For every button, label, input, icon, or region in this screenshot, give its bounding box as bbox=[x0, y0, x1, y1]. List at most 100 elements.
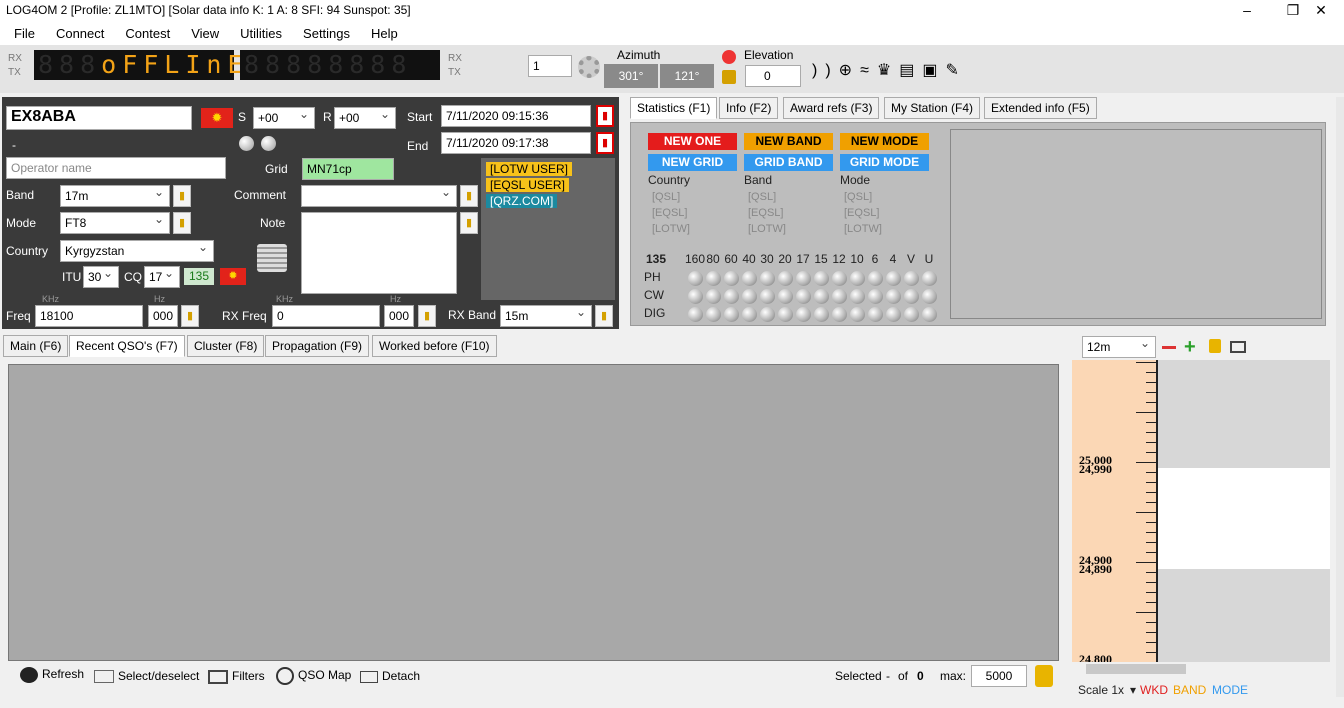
scale-tick bbox=[1136, 562, 1156, 563]
bandmap-out-of-band-top bbox=[1158, 360, 1330, 468]
status-ball-ph-U bbox=[922, 271, 937, 286]
end-datetime[interactable]: 7/11/2020 09:17:38 bbox=[441, 132, 591, 154]
tab-cluster[interactable]: Cluster (F8) bbox=[187, 335, 265, 357]
itu-select[interactable]: 30 bbox=[83, 266, 119, 288]
menu-connect[interactable]: Connect bbox=[42, 22, 111, 41]
r-label: R bbox=[323, 110, 332, 124]
tab-my-station[interactable]: My Station (F4) bbox=[884, 97, 981, 119]
rst-rcvd-select[interactable]: +00 bbox=[334, 107, 396, 129]
mode-select[interactable]: FT8 bbox=[60, 212, 170, 234]
band-lock-icon[interactable]: ▮ bbox=[173, 185, 191, 207]
server-icon[interactable]: ▤ bbox=[899, 62, 922, 79]
start-lock-icon[interactable]: ▮ bbox=[596, 105, 614, 127]
bandmap-band-select[interactable]: 12m bbox=[1082, 336, 1156, 358]
pen-icon[interactable]: ✎ bbox=[945, 62, 966, 79]
camera-icon[interactable] bbox=[1230, 341, 1246, 353]
rxband-select[interactable]: 15m bbox=[500, 305, 592, 327]
scale-tick bbox=[1146, 632, 1156, 633]
scale-tick bbox=[1146, 572, 1156, 573]
comment-input[interactable] bbox=[301, 185, 457, 207]
grid-input[interactable]: MN71cp bbox=[302, 158, 394, 180]
start-datetime[interactable]: 7/11/2020 09:15:36 bbox=[441, 105, 591, 127]
bandmap-scrollbar[interactable] bbox=[1072, 662, 1330, 676]
country-select[interactable]: Kyrgyzstan bbox=[60, 240, 214, 262]
rxfreq-khz-input[interactable]: 0 bbox=[272, 305, 380, 327]
tab-recent-qsos[interactable]: Recent QSO's (F7) bbox=[69, 335, 185, 357]
band-header-160: 160 bbox=[685, 252, 706, 266]
tab-statistics[interactable]: Statistics (F1) bbox=[630, 97, 718, 119]
zoom-in-icon[interactable]: + bbox=[1184, 337, 1196, 357]
menu-utilities[interactable]: Utilities bbox=[226, 22, 289, 41]
rxband-lock-icon[interactable]: ▮ bbox=[595, 305, 613, 327]
max-input[interactable]: 5000 bbox=[971, 665, 1027, 687]
rss-icon[interactable]: )) bbox=[812, 62, 839, 79]
end-lock-icon[interactable]: ▮ bbox=[596, 132, 614, 154]
menu-settings[interactable]: Settings bbox=[289, 22, 357, 41]
band-header-80: 80 bbox=[706, 252, 720, 266]
cq-select[interactable]: 17 bbox=[144, 266, 180, 288]
gear-icon[interactable] bbox=[578, 56, 600, 78]
minimize-button[interactable]: – bbox=[1224, 0, 1270, 22]
band-header-40: 40 bbox=[742, 252, 756, 266]
filters-button[interactable]: Filters bbox=[208, 669, 265, 684]
freq-khz-input[interactable]: 18100 bbox=[35, 305, 143, 327]
comment-lock-icon[interactable]: ▮ bbox=[460, 185, 478, 207]
band-select[interactable]: 17m bbox=[60, 185, 170, 207]
operator-name-input[interactable]: Operator name bbox=[6, 157, 226, 179]
freq-hz-input[interactable]: 000 bbox=[148, 305, 178, 327]
tab-main[interactable]: Main (F6) bbox=[3, 335, 69, 357]
callsign-input[interactable]: EX8ABA bbox=[6, 106, 192, 130]
elevation-spinner[interactable]: 0 bbox=[745, 65, 801, 87]
recent-qso-grid[interactable] bbox=[8, 364, 1059, 661]
qso-map-button[interactable]: QSO Map bbox=[276, 667, 351, 685]
radio-number-spinner[interactable]: 1 bbox=[528, 55, 572, 77]
mode-qsl-status: [QSL] [EQSL] [LOTW] bbox=[844, 191, 882, 235]
stats-dxcc: 135 bbox=[646, 252, 667, 266]
menu-file[interactable]: File bbox=[0, 22, 42, 41]
antenna-icon[interactable]: ≈ bbox=[860, 62, 877, 79]
s-label: S bbox=[238, 110, 247, 124]
max-lock-icon[interactable] bbox=[1035, 665, 1053, 687]
azimuth-long[interactable]: 121° bbox=[660, 64, 714, 88]
status-ball-dig-10 bbox=[850, 307, 865, 322]
azimuth-short[interactable]: 301° bbox=[604, 64, 658, 88]
mode-lock-icon[interactable]: ▮ bbox=[173, 212, 191, 234]
menu-contest[interactable]: Contest bbox=[111, 22, 177, 41]
lock-icon[interactable] bbox=[722, 70, 736, 84]
menu-help[interactable]: Help bbox=[357, 22, 405, 41]
rxfreq-lock-icon[interactable]: ▮ bbox=[418, 305, 436, 327]
qsl-cards-icon[interactable] bbox=[257, 244, 287, 272]
band-header-12: 12 bbox=[832, 252, 846, 266]
note-textarea[interactable] bbox=[301, 212, 457, 294]
chevron-down-icon[interactable]: ▾ bbox=[1130, 683, 1136, 697]
close-button[interactable]: ✕ bbox=[1298, 0, 1344, 22]
stop-rotor-icon[interactable] bbox=[722, 50, 736, 64]
tab-info[interactable]: Info (F2) bbox=[719, 97, 779, 119]
bandmap-lock-icon[interactable] bbox=[1209, 339, 1221, 353]
status-ball-cw-160 bbox=[688, 289, 703, 304]
zoom-out-icon[interactable] bbox=[1162, 346, 1176, 349]
tab-worked-before[interactable]: Worked before (F10) bbox=[372, 335, 497, 357]
bandmap-band-segment[interactable] bbox=[1158, 468, 1330, 569]
crown-icon[interactable]: ♛ bbox=[877, 62, 899, 79]
radio-icon[interactable]: ▣ bbox=[922, 62, 945, 79]
select-deselect-button[interactable]: Select/deselect bbox=[94, 669, 199, 684]
tab-propagation[interactable]: Propagation (F9) bbox=[265, 335, 370, 357]
detach-button[interactable]: Detach bbox=[360, 669, 420, 683]
freq-lock-icon[interactable]: ▮ bbox=[181, 305, 199, 327]
scale-select[interactable]: Scale 1x bbox=[1078, 683, 1124, 697]
rst-sent-select[interactable]: +00 bbox=[253, 107, 315, 129]
qrz-badge[interactable]: [QRZ.COM] bbox=[486, 194, 558, 208]
refresh-icon bbox=[20, 667, 38, 683]
tab-award-refs[interactable]: Award refs (F3) bbox=[783, 97, 880, 119]
country-col-label: Country bbox=[648, 173, 691, 187]
menu-view[interactable]: View bbox=[177, 22, 226, 41]
new-grid-badge: NEW GRID bbox=[648, 154, 737, 171]
rxband-label: RX Band bbox=[448, 308, 497, 322]
band-header-30: 30 bbox=[760, 252, 774, 266]
globe-icon[interactable]: ⊕ bbox=[839, 62, 860, 79]
note-lock-icon[interactable]: ▮ bbox=[460, 212, 478, 234]
refresh-button[interactable]: Refresh bbox=[20, 667, 84, 683]
rxfreq-hz-input[interactable]: 000 bbox=[384, 305, 414, 327]
tab-extended-info[interactable]: Extended info (F5) bbox=[984, 97, 1097, 119]
